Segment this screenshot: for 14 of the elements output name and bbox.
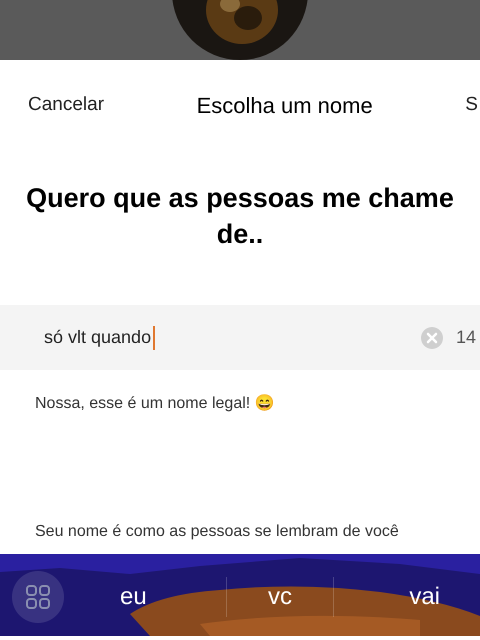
keyboard-menu-button[interactable]	[12, 571, 64, 623]
name-field[interactable]: só vlt quando 14	[0, 305, 480, 370]
helper-text: Seu nome é como as pessoas se lembram de você	[34, 522, 400, 542]
suggestion-word[interactable]: vc	[227, 579, 333, 615]
name-input-text: só vlt quando	[44, 326, 152, 349]
suggestion-word[interactable]: vai	[334, 579, 480, 615]
cancel-button[interactable]: Cancelar	[28, 90, 104, 120]
suggestion-word[interactable]: eu	[64, 579, 226, 615]
feedback-message: Nossa, esse é um nome legal! 😄	[34, 393, 276, 414]
character-counter: 14	[456, 326, 476, 349]
save-button[interactable]: S	[465, 90, 480, 120]
sheet-title: Escolha um nome	[196, 92, 373, 120]
heading: Quero que as pessoas me chame de..	[25, 182, 455, 251]
grid-icon	[25, 584, 51, 610]
